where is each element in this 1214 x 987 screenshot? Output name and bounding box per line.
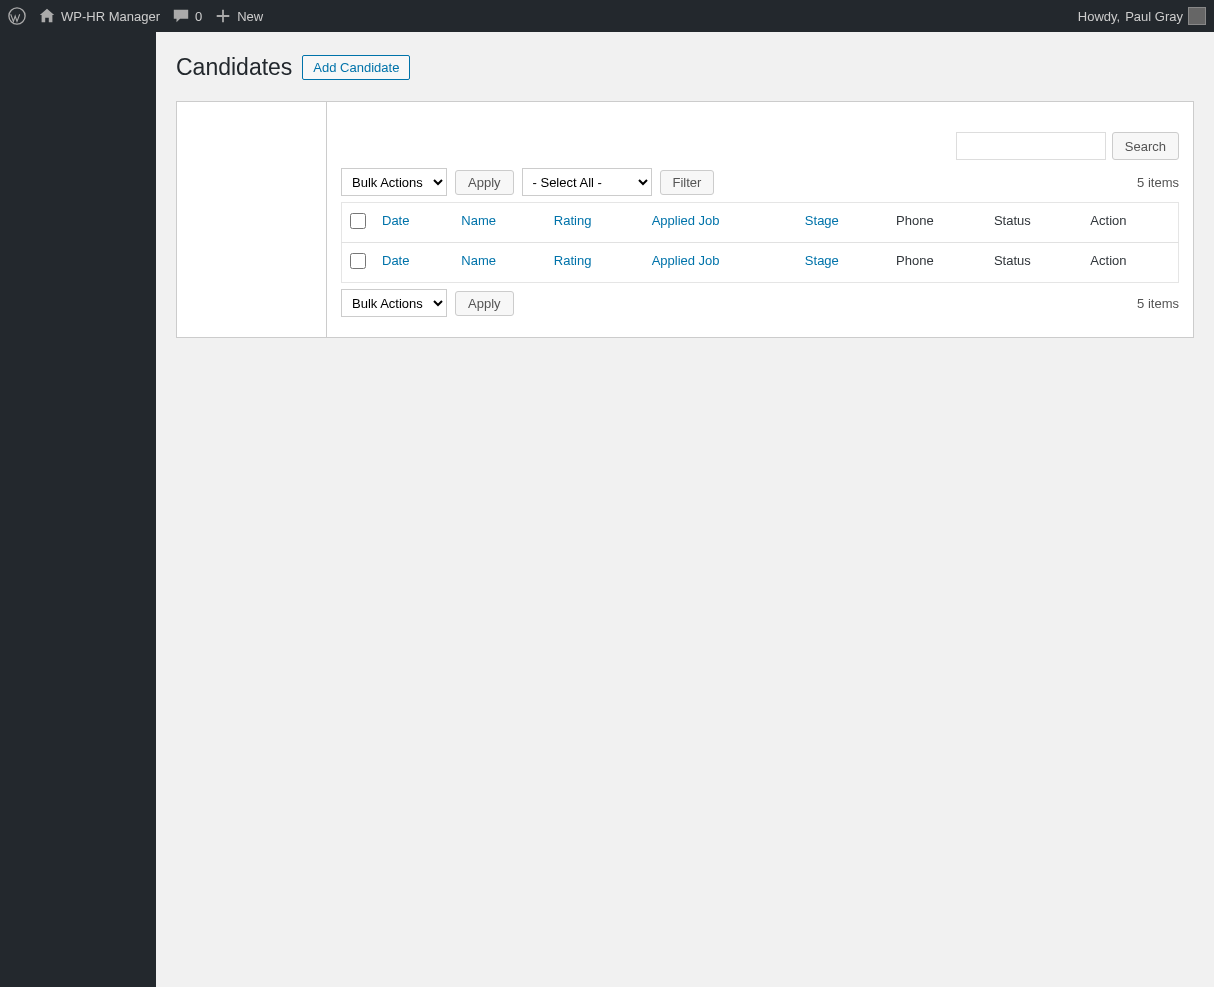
col-phone: Phone: [888, 203, 986, 243]
new-label: New: [237, 9, 263, 24]
select-all-checkbox-bottom[interactable]: [350, 253, 366, 269]
col-name-foot[interactable]: Name: [453, 243, 546, 283]
avatar: [1188, 7, 1206, 25]
col-rating-foot[interactable]: Rating: [546, 243, 644, 283]
comment-icon: [172, 7, 190, 25]
user-name: Paul Gray: [1125, 9, 1183, 24]
wp-logo-icon[interactable]: [8, 7, 26, 25]
col-date[interactable]: Date: [374, 203, 453, 243]
comments-count: 0: [195, 9, 202, 24]
search-input[interactable]: [956, 132, 1106, 160]
filter-tabs: [176, 101, 326, 338]
candidates-panel: Search Bulk Actions Apply - Select All -…: [326, 101, 1194, 338]
apply-bulk-button[interactable]: Apply: [455, 170, 514, 195]
col-date-foot[interactable]: Date: [374, 243, 453, 283]
search-button[interactable]: Search: [1112, 132, 1179, 160]
col-applied-job-foot[interactable]: Applied Job: [644, 243, 797, 283]
col-status-foot: Status: [986, 243, 1082, 283]
admin-sidebar: [0, 32, 156, 987]
site-link[interactable]: WP-HR Manager: [38, 7, 160, 25]
howdy-prefix: Howdy,: [1078, 9, 1120, 24]
col-applied-job[interactable]: Applied Job: [644, 203, 797, 243]
new-content-link[interactable]: New: [214, 7, 263, 25]
select-all-checkbox[interactable]: [350, 213, 366, 229]
add-candidate-button[interactable]: Add Candidate: [302, 55, 410, 80]
col-phone-foot: Phone: [888, 243, 986, 283]
col-stage-foot[interactable]: Stage: [797, 243, 888, 283]
page-title: Candidates: [176, 54, 292, 81]
col-action-foot: Action: [1082, 243, 1178, 283]
filter-select[interactable]: - Select All -: [522, 168, 652, 196]
user-menu[interactable]: Howdy, Paul Gray: [1078, 7, 1206, 25]
col-action: Action: [1082, 203, 1178, 243]
comments-link[interactable]: 0: [172, 7, 202, 25]
col-rating[interactable]: Rating: [546, 203, 644, 243]
plus-icon: [214, 7, 232, 25]
bulk-actions-select[interactable]: Bulk Actions: [341, 168, 447, 196]
site-name: WP-HR Manager: [61, 9, 160, 24]
home-icon: [38, 7, 56, 25]
admin-bar: WP-HR Manager 0 New Howdy, Paul Gray: [0, 0, 1214, 32]
col-status: Status: [986, 203, 1082, 243]
filter-button[interactable]: Filter: [660, 170, 715, 195]
main-content: Candidates Add Candidate Search Bulk Act…: [156, 32, 1214, 987]
bulk-actions-select-bottom[interactable]: Bulk Actions: [341, 289, 447, 317]
col-stage[interactable]: Stage: [797, 203, 888, 243]
apply-bulk-button-bottom[interactable]: Apply: [455, 291, 514, 316]
col-name[interactable]: Name: [453, 203, 546, 243]
candidates-table: Date Name Rating Applied Job Stage Phone…: [341, 202, 1179, 283]
items-count-bottom: 5 items: [1137, 296, 1179, 311]
items-count-top: 5 items: [1137, 175, 1179, 190]
